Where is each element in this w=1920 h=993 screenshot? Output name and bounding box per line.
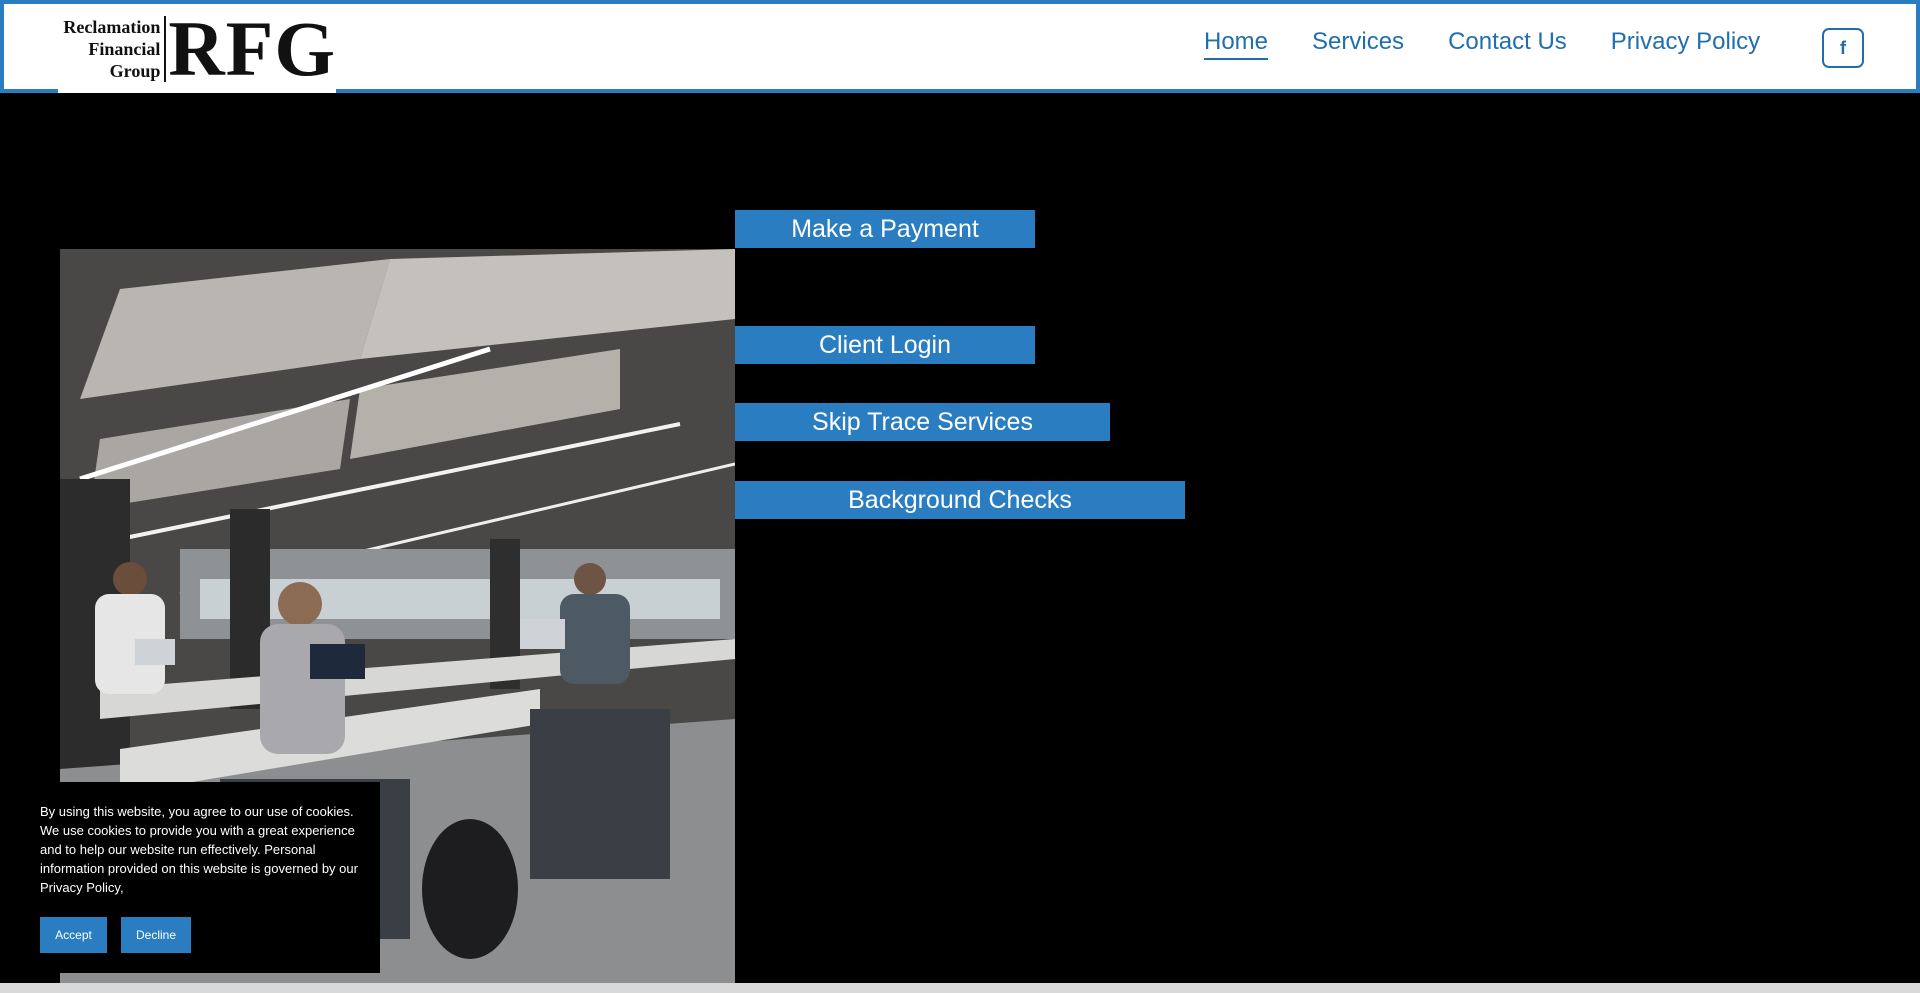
accept-cookies-button[interactable]: Accept bbox=[40, 917, 107, 953]
cookie-banner: By using this website, you agree to our … bbox=[20, 782, 380, 973]
nav-privacy-policy[interactable]: Privacy Policy bbox=[1611, 28, 1760, 60]
decline-cookies-button[interactable]: Decline bbox=[121, 917, 191, 953]
facebook-button[interactable]: f bbox=[1822, 28, 1864, 68]
rfg-logo[interactable]: Reclamation Financial Group RFG bbox=[58, 4, 336, 93]
nav-services[interactable]: Services bbox=[1312, 28, 1404, 60]
logo-mark: RFG bbox=[168, 4, 336, 92]
page-bottom-strip bbox=[0, 983, 1920, 993]
make-payment-button[interactable]: Make a Payment bbox=[735, 210, 1035, 248]
nav-home[interactable]: Home bbox=[1204, 28, 1269, 60]
cookie-actions: Accept Decline bbox=[40, 917, 205, 953]
cookie-message: By using this website, you agree to our … bbox=[40, 804, 358, 895]
logo-word-reclamation: Reclamation bbox=[63, 16, 161, 37]
facebook-icon: f bbox=[1840, 37, 1846, 58]
skip-trace-services-button[interactable]: Skip Trace Services bbox=[735, 403, 1110, 441]
nav-contact-us[interactable]: Contact Us bbox=[1448, 28, 1567, 60]
main-nav: Home Services Contact Us Privacy Policy bbox=[1204, 28, 1804, 60]
background-checks-button[interactable]: Background Checks bbox=[735, 481, 1185, 519]
logo-word-financial: Financial bbox=[88, 38, 161, 59]
client-login-button[interactable]: Client Login bbox=[735, 326, 1035, 364]
logo-company-name: Reclamation Financial Group bbox=[62, 15, 167, 82]
logo-word-group: Group bbox=[109, 60, 161, 81]
site-header: Reclamation Financial Group RFG Home Ser… bbox=[0, 0, 1920, 93]
